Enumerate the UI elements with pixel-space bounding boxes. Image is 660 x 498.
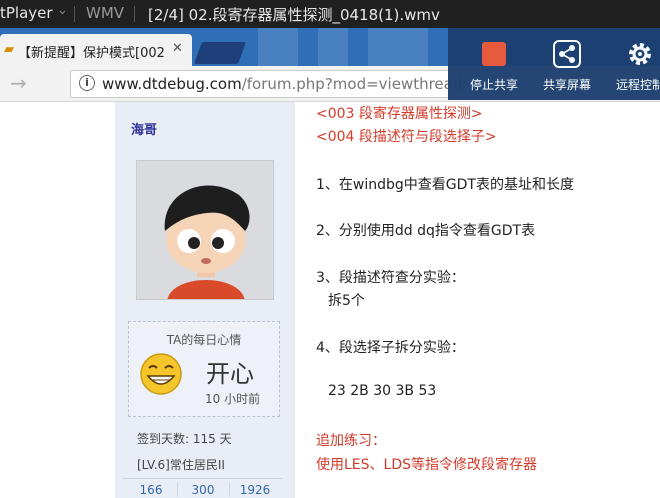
remote-control-label: 远程控制 (615, 78, 660, 92)
divider (134, 6, 135, 22)
avatar[interactable] (136, 160, 274, 300)
share-icon (553, 40, 581, 68)
mood-title: TA的每日心情 (166, 333, 242, 347)
share-screen-button[interactable]: 共享屏幕 (536, 28, 598, 100)
post-content: <003 段寄存器属性探测> <004 段描述符与段选择子> 1、在windbg… (295, 102, 660, 498)
player-file-title: [2/4] 02.段寄存器属性探测_0418(1).wmv (148, 6, 440, 24)
share-control-panel: 停止共享 共享屏幕 远程控制 (448, 28, 660, 100)
stop-sharing-label: 停止共享 (469, 78, 518, 92)
info-icon[interactable]: i (79, 75, 95, 91)
url-text: www.dtdebug.com/forum.php?mod=viewthread (102, 75, 462, 93)
practice-body: 使用LES、LDS等指令修改段寄存器 (316, 457, 537, 473)
mood-time: 10 小时前 (205, 392, 261, 406)
post-item-3: 3、段描述符查分实验： (316, 270, 465, 286)
player-format: WMV (86, 4, 125, 22)
stat-value[interactable]: 1926 (229, 483, 281, 497)
url-host: www.dtdebug.com (102, 75, 242, 93)
username-link[interactable]: 海哥 (131, 119, 157, 138)
gear-icon (629, 43, 651, 65)
signin-days: 签到天数: 115 天 (137, 432, 232, 446)
daily-mood-box: TA的每日心情 开心 10 小时前 (128, 321, 280, 417)
practice-title: 追加练习： (316, 433, 386, 449)
remote-control-button[interactable]: 远程控制 (608, 28, 660, 100)
happy-face-icon (140, 353, 182, 395)
close-icon[interactable]: ✕ (172, 41, 183, 56)
new-tab-button[interactable] (193, 42, 247, 64)
user-stats: 166 300 1926 (123, 478, 283, 498)
user-level: [LV.6]常住居民II (137, 458, 225, 472)
stat-value[interactable]: 300 (177, 483, 229, 497)
decor-stripe (318, 28, 348, 66)
browser-tab-active[interactable]: ▰ 【新提醒】保护模式[002 ✕ (0, 34, 192, 66)
stop-sharing-button[interactable]: 停止共享 (460, 28, 528, 100)
favicon-icon: ▰ (4, 42, 14, 57)
browser-tab-title: 【新提醒】保护模式[002 (18, 46, 165, 61)
share-screen-label: 共享屏幕 (542, 78, 591, 92)
divider (74, 6, 75, 22)
player-title-bar: tPlayer ⌄ WMV [2/4] 02.段寄存器属性探测_0418(1).… (0, 0, 660, 28)
decor-stripe (258, 28, 298, 66)
chevron-down-icon[interactable]: ⌄ (57, 3, 68, 18)
stop-icon (482, 42, 506, 66)
post-item-4-values: 23 2B 30 3B 53 (328, 383, 437, 399)
post-item-4: 4、段选择子拆分实验： (316, 340, 465, 356)
player-app-name[interactable]: tPlayer (0, 4, 53, 22)
url-path: /forum.php?mod=viewthread (241, 75, 463, 93)
avatar-cartoon-image (137, 161, 273, 299)
back-arrow-icon[interactable]: → (10, 71, 27, 95)
post-item-3-sub: 拆5个 (328, 293, 365, 309)
link-003[interactable]: <003 段寄存器属性探测> (316, 103, 483, 123)
link-004[interactable]: <004 段描述符与段选择子> (316, 126, 497, 146)
mood-value: 开心 (206, 360, 254, 388)
post-item-1: 1、在windbg中查看GDT表的基址和长度 (316, 177, 574, 193)
decor-stripe (368, 28, 428, 66)
post-item-2: 2、分别使用dd dq指令查看GDT表 (316, 223, 536, 239)
forum-page: 海哥 TA的每日心情 开心 10 小时前 签到天数: 115 天 [LV.6]常… (0, 102, 660, 498)
stat-value[interactable]: 166 (125, 483, 177, 497)
